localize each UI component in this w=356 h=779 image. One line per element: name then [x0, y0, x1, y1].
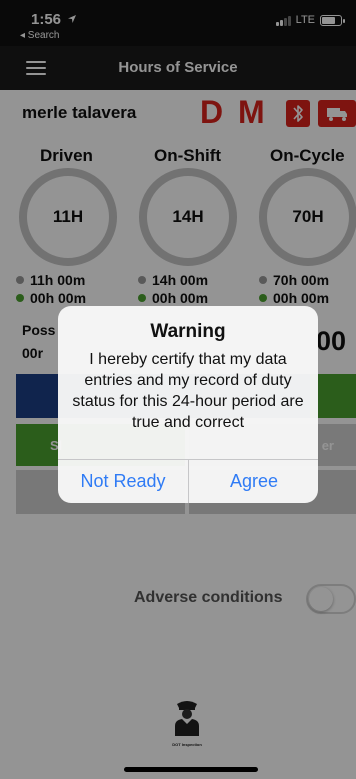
certification-alert: Warning I hereby certify that my data en… — [58, 306, 318, 503]
not-ready-button[interactable]: Not Ready — [58, 460, 188, 503]
agree-button[interactable]: Agree — [189, 460, 318, 503]
alert-title: Warning — [150, 321, 226, 342]
alert-message: I hereby certify that my data entries an… — [72, 351, 304, 431]
home-indicator[interactable] — [124, 767, 258, 772]
